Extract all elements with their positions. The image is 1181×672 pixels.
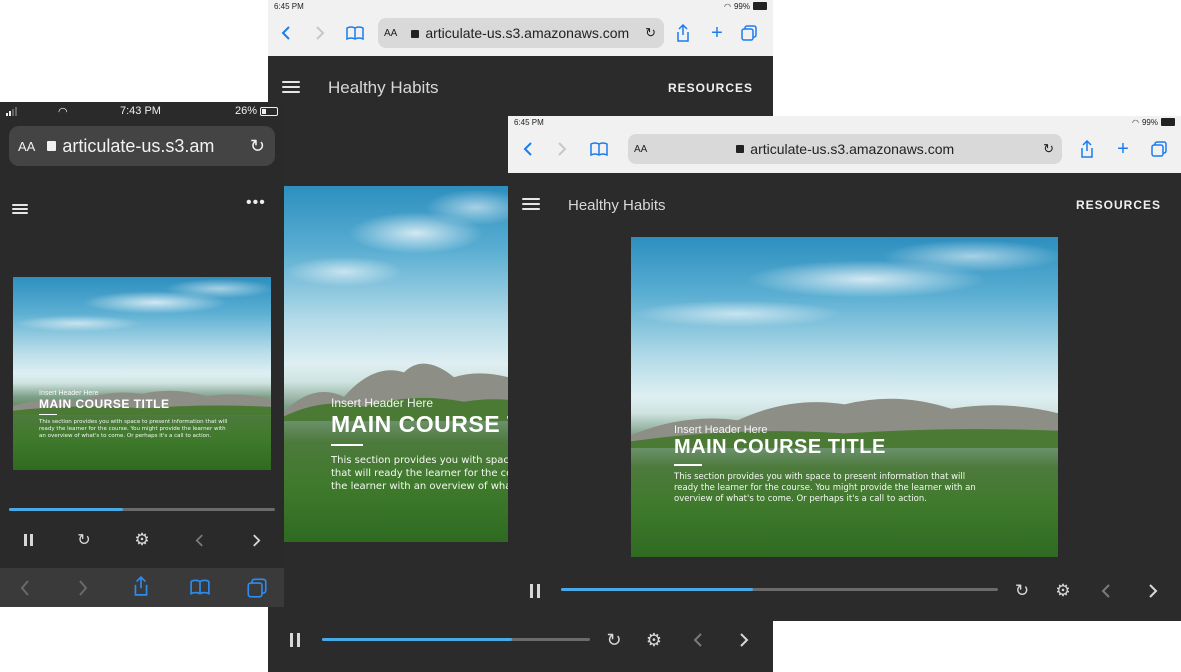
lock-icon <box>47 141 57 151</box>
previous-icon[interactable] <box>688 630 708 650</box>
slide-title: MAIN COURSE TITLE <box>674 436 886 458</box>
address-bar[interactable]: AA articulate-us.s3.am ↻ <box>9 126 275 166</box>
slide-header: Insert Header Here <box>39 390 99 397</box>
wifi-icon: ◠ <box>58 105 68 118</box>
replay-icon[interactable]: ↻ <box>604 630 624 650</box>
address-bar[interactable]: AA articulate-us.s3.amazonaws.com ↻ <box>378 18 664 48</box>
tabs-icon[interactable] <box>247 578 267 598</box>
status-bar: 6:45 PM ◠ 99% <box>508 116 1181 128</box>
title-divider <box>331 444 363 446</box>
next-icon[interactable] <box>1143 581 1163 601</box>
url-text: articulate-us.s3.am <box>62 135 215 156</box>
safari-bottom-bar <box>0 568 284 607</box>
settings-gear-icon[interactable]: ⚙ <box>132 530 152 550</box>
slide-header: Insert Header Here <box>674 424 768 436</box>
share-icon[interactable] <box>1078 139 1096 159</box>
share-icon[interactable] <box>674 23 692 43</box>
reload-icon[interactable]: ↻ <box>645 25 656 41</box>
phone: ◠ 7:43 PM 26% AA articulate-us.s3.am ↻ •… <box>0 102 284 607</box>
next-icon[interactable] <box>734 630 754 650</box>
slide-title: MAIN COURSE TITLE <box>331 411 524 437</box>
replay-icon[interactable]: ↻ <box>1012 581 1032 601</box>
next-icon[interactable] <box>246 530 266 550</box>
share-icon[interactable] <box>133 576 149 596</box>
slide-title: MAIN COURSE TITLE <box>39 397 170 411</box>
battery-percent: 26% <box>234 105 257 117</box>
previous-icon[interactable] <box>1096 581 1116 601</box>
reader-aa-button[interactable]: AA <box>384 28 397 39</box>
url-text: articulate-us.s3.amazonaws.com <box>750 141 955 157</box>
slide: Insert Header Here MAIN COURSE TITLE Thi… <box>631 237 1058 557</box>
forward-icon[interactable] <box>78 580 88 596</box>
reader-aa-button[interactable]: AA <box>634 144 647 155</box>
battery-percent: 99% <box>1141 117 1158 127</box>
reader-aa-button[interactable]: AA <box>18 139 35 154</box>
battery-icon <box>260 106 278 116</box>
slide-body: This section provides you with space to … <box>39 419 228 440</box>
signal-icon <box>6 106 17 116</box>
seek-bar-fill <box>9 508 124 511</box>
reload-icon[interactable]: ↻ <box>250 136 265 157</box>
address-bar[interactable]: AA articulate-us.s3.amazonaws.com ↻ <box>628 134 1062 164</box>
bookmarks-icon[interactable] <box>590 139 608 159</box>
settings-gear-icon[interactable]: ⚙ <box>1053 581 1073 601</box>
back-icon[interactable] <box>520 139 536 159</box>
back-icon[interactable] <box>278 23 294 43</box>
bookmarks-icon[interactable] <box>190 579 210 595</box>
lock-icon <box>736 145 745 153</box>
battery-percent: 99% <box>733 1 750 11</box>
back-icon[interactable] <box>20 580 30 596</box>
tablet-landscape: 6:45 PM ◠ 99% AA articulate-us.s3.amazon… <box>508 116 1181 621</box>
menu-icon[interactable] <box>522 198 540 212</box>
previous-icon[interactable] <box>189 530 209 550</box>
wifi-icon: ◠ <box>1132 117 1139 127</box>
url-text: articulate-us.s3.amazonaws.com <box>425 25 630 41</box>
battery-icon <box>1161 118 1175 126</box>
new-tab-icon[interactable]: + <box>1114 138 1132 160</box>
slide-body: This section provides you with space to … <box>331 455 524 492</box>
status-bar: ◠ 7:43 PM 26% <box>0 102 284 120</box>
menu-icon[interactable] <box>282 81 300 95</box>
wifi-icon: ◠ <box>724 1 731 11</box>
seek-bar[interactable] <box>561 588 998 591</box>
lock-icon <box>411 30 420 38</box>
tabs-icon[interactable] <box>740 23 758 43</box>
course-title: Healthy Habits <box>328 78 439 97</box>
slide-header: Insert Header Here <box>331 396 434 410</box>
battery-icon <box>753 2 767 10</box>
bookmarks-icon[interactable] <box>346 23 364 43</box>
title-divider <box>674 464 702 466</box>
forward-icon[interactable] <box>554 139 570 159</box>
pause-button[interactable] <box>19 530 37 550</box>
status-time: 6:45 PM <box>514 117 544 127</box>
new-tab-icon[interactable]: + <box>708 22 726 44</box>
resources-link[interactable]: RESOURCES <box>1076 198 1161 212</box>
more-icon[interactable]: ••• <box>246 194 266 212</box>
resources-link[interactable]: RESOURCES <box>668 81 753 95</box>
seek-bar[interactable] <box>9 508 275 511</box>
settings-gear-icon[interactable]: ⚙ <box>644 630 664 650</box>
title-divider <box>39 414 57 415</box>
slide: Insert Header Here MAIN COURSE TITLE Thi… <box>13 277 271 470</box>
course-title: Healthy Habits <box>568 196 666 214</box>
seek-bar-fill <box>561 588 754 591</box>
replay-icon[interactable]: ↻ <box>74 530 94 550</box>
status-time: 7:43 PM <box>120 105 161 117</box>
pause-button[interactable] <box>286 630 304 650</box>
forward-icon[interactable] <box>312 23 328 43</box>
pause-button[interactable] <box>526 581 544 601</box>
tabs-icon[interactable] <box>1150 139 1168 159</box>
slide-body: This section provides you with space to … <box>674 472 976 505</box>
reload-icon[interactable]: ↻ <box>1043 141 1054 157</box>
slide: Insert Header Here MAIN COURSE TITLE Thi… <box>284 186 524 542</box>
status-bar: 6:45 PM ◠ 99% <box>268 0 773 12</box>
status-time: 6:45 PM <box>274 1 304 11</box>
menu-icon[interactable] <box>12 204 28 216</box>
seek-bar-fill <box>322 638 513 641</box>
seek-bar[interactable] <box>322 638 590 641</box>
